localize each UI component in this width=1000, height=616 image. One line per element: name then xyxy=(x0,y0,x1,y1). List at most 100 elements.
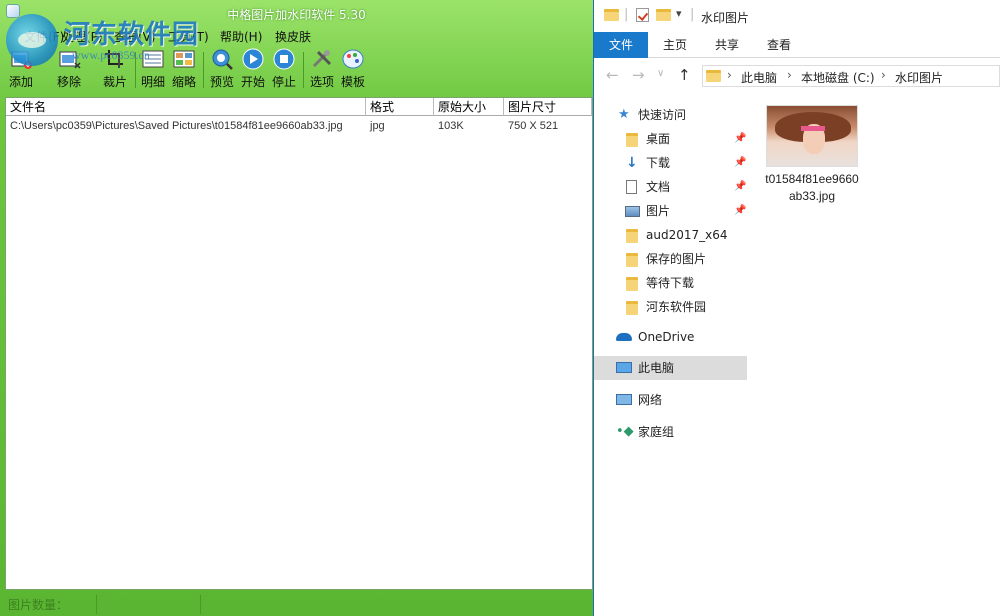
nav-this-pc[interactable]: 此电脑 xyxy=(594,356,747,380)
column-header-format[interactable]: 格式 xyxy=(366,98,434,116)
nav-label: 家庭组 xyxy=(638,425,675,439)
chevron-right-icon: › xyxy=(787,68,792,82)
nav-label: 图片 xyxy=(646,204,671,218)
star-icon: ★ xyxy=(618,107,630,122)
add-button[interactable]: 添加 xyxy=(6,48,36,92)
recent-locations-icon[interactable]: ∨ xyxy=(657,68,664,79)
preview-label: 预览 xyxy=(209,75,234,89)
nav-quick-access[interactable]: ★ 快速访问 xyxy=(594,103,747,127)
tab-file[interactable]: 文件 xyxy=(594,32,648,58)
document-icon xyxy=(626,180,637,194)
nav-folder-saved-pictures[interactable]: 保存的图片 xyxy=(594,247,747,271)
menu-tools[interactable]: 工具(T) xyxy=(168,28,209,45)
explorer-titlebar: | ▾ | 水印图片 xyxy=(594,0,1000,32)
file-explorer-window: | ▾ | 水印图片 文件 主页 共享 查看 ← → ∨ ↑ › 此电脑 › 本… xyxy=(593,0,1000,616)
menu-help[interactable]: 帮助(H) xyxy=(220,28,262,45)
menu-bar: 文件(F) 处理(P) 查看(V) 工具(T) 帮助(H) 换皮肤 xyxy=(0,28,593,46)
nav-folder-hedong[interactable]: 河东软件园 xyxy=(594,295,747,319)
menu-process[interactable]: 处理(P) xyxy=(62,28,103,45)
up-arrow-icon[interactable]: ↑ xyxy=(678,66,691,84)
breadcrumb[interactable]: › 此电脑 › 本地磁盘 (C:) › 水印图片 xyxy=(702,65,1000,87)
crop-label: 裁片 xyxy=(102,75,127,89)
pin-icon: 📌 xyxy=(734,181,747,192)
preview-icon xyxy=(212,49,233,70)
properties-icon[interactable] xyxy=(636,8,649,25)
app-title: 中格图片加水印软件 5.30 xyxy=(227,8,366,22)
crop-button[interactable]: 裁片 xyxy=(100,48,130,92)
nav-label: 桌面 xyxy=(646,132,671,146)
nav-folder-waiting-download[interactable]: 等待下载 xyxy=(594,271,747,295)
navigation-pane: ★ 快速访问 桌面 📌 ↓ 下载 📌 文档 📌 图片 📌 aud2017_x64 xyxy=(594,98,747,616)
file-name: t01584f81ee9660ab33.jpg xyxy=(765,172,859,203)
column-header-size[interactable]: 原始大小 xyxy=(434,98,504,116)
pictures-icon xyxy=(625,206,640,217)
menu-view[interactable]: 查看(V) xyxy=(114,28,156,45)
folder-icon xyxy=(626,299,638,323)
nav-label: OneDrive xyxy=(638,330,695,344)
breadcrumb-local-disk[interactable]: 本地磁盘 (C:) xyxy=(801,69,875,86)
chevron-right-icon: › xyxy=(727,68,732,82)
template-button[interactable]: 模板 xyxy=(339,48,367,92)
add-label: 添加 xyxy=(8,75,33,89)
nav-label: 保存的图片 xyxy=(646,252,707,266)
breadcrumb-this-pc[interactable]: 此电脑 xyxy=(741,69,777,86)
cloud-icon xyxy=(616,333,632,341)
preview-button[interactable]: 预览 xyxy=(208,48,236,92)
pin-icon: 📌 xyxy=(734,157,747,168)
nav-label: 文档 xyxy=(646,180,671,194)
add-image-icon xyxy=(11,51,32,69)
menu-file[interactable]: 文件(F) xyxy=(24,28,64,45)
network-icon xyxy=(616,394,632,405)
start-button[interactable]: 开始 xyxy=(239,48,267,92)
details-view-button[interactable]: 明细 xyxy=(139,48,167,92)
nav-downloads[interactable]: ↓ 下载 📌 xyxy=(594,151,747,175)
nav-folder-aud2017[interactable]: aud2017_x64 xyxy=(594,223,747,247)
options-button[interactable]: 选项 xyxy=(308,48,336,92)
image-thumbnail xyxy=(766,105,858,167)
options-icon xyxy=(312,50,332,68)
forward-arrow-icon[interactable]: → xyxy=(632,66,645,84)
column-header-dimensions[interactable]: 图片尺寸 xyxy=(504,98,592,116)
status-bar: 图片数量： xyxy=(0,593,593,616)
template-label: 模板 xyxy=(340,75,365,89)
nav-homegroup[interactable]: •◆ 家庭组 xyxy=(594,420,747,444)
row-size: 103K xyxy=(438,120,464,132)
nav-pictures[interactable]: 图片 📌 xyxy=(594,199,747,223)
remove-image-icon xyxy=(59,51,81,69)
separator: | xyxy=(624,7,629,22)
file-item[interactable]: t01584f81ee9660ab33.jpg xyxy=(762,105,862,205)
breadcrumb-watermark-folder[interactable]: 水印图片 xyxy=(895,69,943,86)
folder-icon xyxy=(604,9,619,24)
options-label: 选项 xyxy=(309,75,334,89)
nav-label: 等待下载 xyxy=(646,276,695,290)
tab-share[interactable]: 共享 xyxy=(704,32,750,58)
details-view-label: 明细 xyxy=(140,75,165,89)
nav-label: 此电脑 xyxy=(638,361,675,375)
stop-button[interactable]: 停止 xyxy=(270,48,298,92)
remove-button[interactable]: 移除 xyxy=(54,48,84,92)
nav-label: 下载 xyxy=(646,156,671,170)
tab-view[interactable]: 查看 xyxy=(756,32,802,58)
file-list[interactable]: 文件名 格式 原始大小 图片尺寸 C:\Users\pc0359\Picture… xyxy=(5,97,593,590)
chevron-right-icon: › xyxy=(881,68,886,82)
nav-label: 快速访问 xyxy=(638,108,687,122)
new-folder-icon[interactable] xyxy=(656,9,671,24)
back-arrow-icon[interactable]: ← xyxy=(606,66,619,84)
thumbnail-view-label: 缩略 xyxy=(171,75,196,89)
crop-icon xyxy=(105,50,123,68)
nav-network[interactable]: 网络 xyxy=(594,388,747,412)
status-divider xyxy=(96,595,97,614)
column-header-filename[interactable]: 文件名 xyxy=(6,98,366,116)
nav-documents[interactable]: 文档 📌 xyxy=(594,175,747,199)
nav-onedrive[interactable]: OneDrive xyxy=(594,325,747,349)
thumbnail-view-icon xyxy=(173,50,195,68)
homegroup-icon: •◆ xyxy=(616,424,634,439)
thumbnail-view-button[interactable]: 缩略 xyxy=(170,48,198,92)
computer-icon xyxy=(616,362,632,373)
template-icon xyxy=(342,49,364,69)
tab-home[interactable]: 主页 xyxy=(652,32,698,58)
row-format: jpg xyxy=(370,120,385,132)
customize-quick-access-icon[interactable]: ▾ xyxy=(676,7,682,20)
menu-skin[interactable]: 换皮肤 xyxy=(275,28,311,45)
nav-desktop[interactable]: 桌面 📌 xyxy=(594,127,747,151)
